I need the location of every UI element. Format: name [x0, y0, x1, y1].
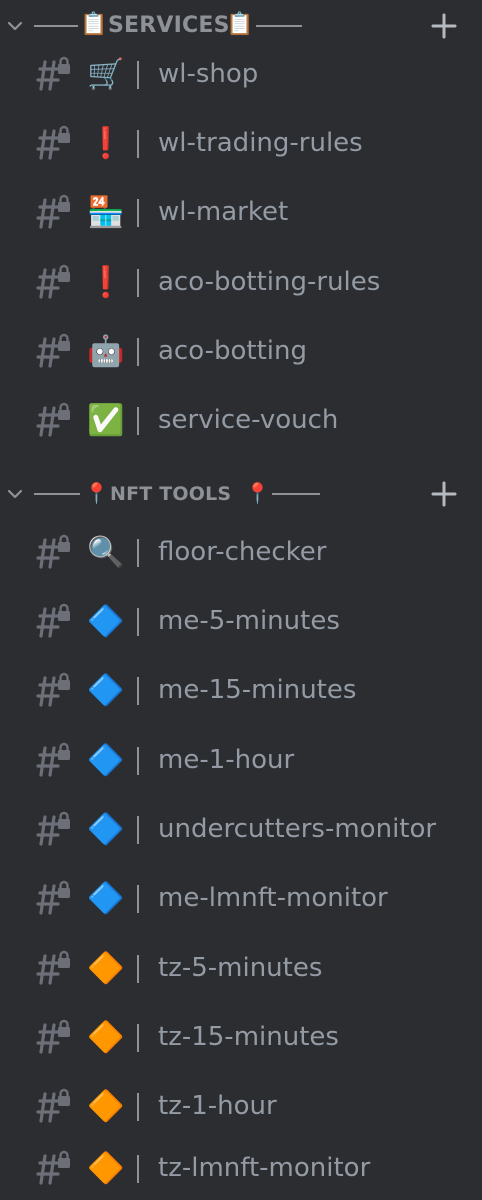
locked-text-channel-icon [36, 950, 70, 985]
locked-text-channel-icon [36, 1088, 70, 1123]
orange-diamond-icon: 🔶 [87, 951, 125, 986]
locked-text-channel-icon [36, 880, 70, 915]
blue-diamond-icon: 🔷 [87, 673, 125, 708]
channel-item[interactable]: 🏪 wl-market [0, 180, 482, 244]
robot-icon: 🤖 [87, 334, 125, 369]
channel-item[interactable]: 🔶 tz-1-hour [0, 1074, 482, 1138]
category-title[interactable]: NFT TOOLS [110, 482, 231, 506]
chevron-down-icon[interactable] [6, 17, 24, 35]
channel-item[interactable]: 🛒 wl-shop [0, 42, 482, 106]
channel-name[interactable]: tz-1-hour [158, 1088, 277, 1124]
channel-item[interactable]: 🔷 me-15-minutes [0, 658, 482, 722]
channel-item[interactable]: 🔷 undercutters-monitor [0, 797, 482, 861]
channel-item[interactable]: 🔶 tz-15-minutes [0, 1005, 482, 1069]
channel-item[interactable]: 🔍 floor-checker [0, 520, 482, 584]
channel-name[interactable]: aco-botting-rules [158, 264, 380, 300]
channel-separator [137, 338, 139, 366]
channel-name[interactable]: tz-15-minutes [158, 1019, 339, 1055]
locked-text-channel-icon [36, 402, 70, 437]
category-divider-right [256, 25, 302, 27]
category-nft-tools[interactable]: 📍 NFT TOOLS 📍 [0, 468, 482, 520]
channel-separator [137, 1093, 139, 1121]
category-title[interactable]: SERVICES [108, 12, 230, 40]
channel-item[interactable]: 🔷 me-1-hour [0, 728, 482, 792]
channel-separator [137, 1155, 139, 1183]
exclamation-icon: ❗ [87, 126, 125, 161]
blue-diamond-icon: 🔷 [87, 604, 125, 639]
channel-name[interactable]: me-5-minutes [158, 603, 340, 639]
channel-item[interactable]: 🔶 tz-lmnft-monitor [0, 1136, 482, 1200]
channel-separator [137, 747, 139, 775]
channel-name[interactable]: tz-lmnft-monitor [158, 1150, 370, 1186]
chevron-down-icon[interactable] [6, 485, 24, 503]
round-pushpin-icon: 📍 [245, 481, 270, 505]
channel-name[interactable]: wl-trading-rules [158, 125, 363, 161]
convenience-store-icon: 🏪 [87, 195, 125, 230]
category-divider-right [272, 493, 320, 495]
channel-item[interactable]: ❗ aco-botting-rules [0, 250, 482, 314]
shopping-cart-icon: 🛒 [87, 57, 125, 92]
clipboard-icon: 📋 [226, 12, 254, 37]
locked-text-channel-icon [36, 56, 70, 91]
channel-separator [137, 816, 139, 844]
locked-text-channel-icon [36, 811, 70, 846]
channel-separator [137, 407, 139, 435]
blue-diamond-icon: 🔷 [87, 743, 125, 778]
channel-name[interactable]: me-15-minutes [158, 672, 356, 708]
channel-separator [137, 885, 139, 913]
orange-diamond-icon: 🔶 [87, 1020, 125, 1055]
plus-icon[interactable] [430, 12, 458, 40]
locked-text-channel-icon [36, 194, 70, 229]
channel-separator [137, 677, 139, 705]
round-pushpin-icon: 📍 [84, 481, 109, 505]
clipboard-icon: 📋 [80, 12, 108, 37]
exclamation-icon: ❗ [87, 265, 125, 300]
channel-item[interactable]: 🤖 aco-botting [0, 319, 482, 383]
channel-item[interactable]: 🔶 tz-5-minutes [0, 936, 482, 1000]
locked-text-channel-icon [36, 125, 70, 160]
plus-icon[interactable] [430, 480, 458, 508]
blue-diamond-icon: 🔷 [87, 881, 125, 916]
channel-item[interactable]: ✅ service-vouch [0, 388, 482, 452]
check-mark-button-icon: ✅ [87, 403, 125, 438]
locked-text-channel-icon [36, 264, 70, 299]
locked-text-channel-icon [36, 333, 70, 368]
channel-separator [137, 130, 139, 158]
channel-item[interactable]: 🔷 me-5-minutes [0, 589, 482, 653]
channel-separator [137, 1024, 139, 1052]
channel-name[interactable]: undercutters-monitor [158, 811, 436, 847]
locked-text-channel-icon [36, 1150, 70, 1185]
blue-diamond-icon: 🔷 [87, 812, 125, 847]
orange-diamond-icon: 🔶 [87, 1151, 125, 1186]
locked-text-channel-icon [36, 1019, 70, 1054]
channel-name[interactable]: me-1-hour [158, 742, 294, 778]
channel-name[interactable]: wl-market [158, 194, 288, 230]
channel-sidebar: 📋 SERVICES 📋 📍 NFT TOOLS 📍 🛒 wl-shop ❗ w… [0, 0, 482, 1200]
channel-name[interactable]: service-vouch [158, 402, 338, 438]
channel-separator [137, 269, 139, 297]
channel-separator [137, 955, 139, 983]
channel-name[interactable]: me-lmnft-monitor [158, 880, 388, 916]
category-divider-left [34, 25, 78, 27]
channel-name[interactable]: aco-botting [158, 333, 307, 369]
orange-diamond-icon: 🔶 [87, 1089, 125, 1124]
channel-separator [137, 539, 139, 567]
magnifying-glass-icon: 🔍 [87, 535, 125, 570]
locked-text-channel-icon [36, 603, 70, 638]
channel-item[interactable]: ❗ wl-trading-rules [0, 111, 482, 175]
locked-text-channel-icon [36, 672, 70, 707]
channel-separator [137, 608, 139, 636]
category-divider-left [34, 493, 80, 495]
channel-name[interactable]: floor-checker [158, 534, 326, 570]
locked-text-channel-icon [36, 534, 70, 569]
channel-name[interactable]: tz-5-minutes [158, 950, 322, 986]
locked-text-channel-icon [36, 742, 70, 777]
channel-separator [137, 199, 139, 227]
channel-item[interactable]: 🔷 me-lmnft-monitor [0, 866, 482, 930]
channel-separator [137, 61, 139, 89]
channel-name[interactable]: wl-shop [158, 56, 258, 92]
